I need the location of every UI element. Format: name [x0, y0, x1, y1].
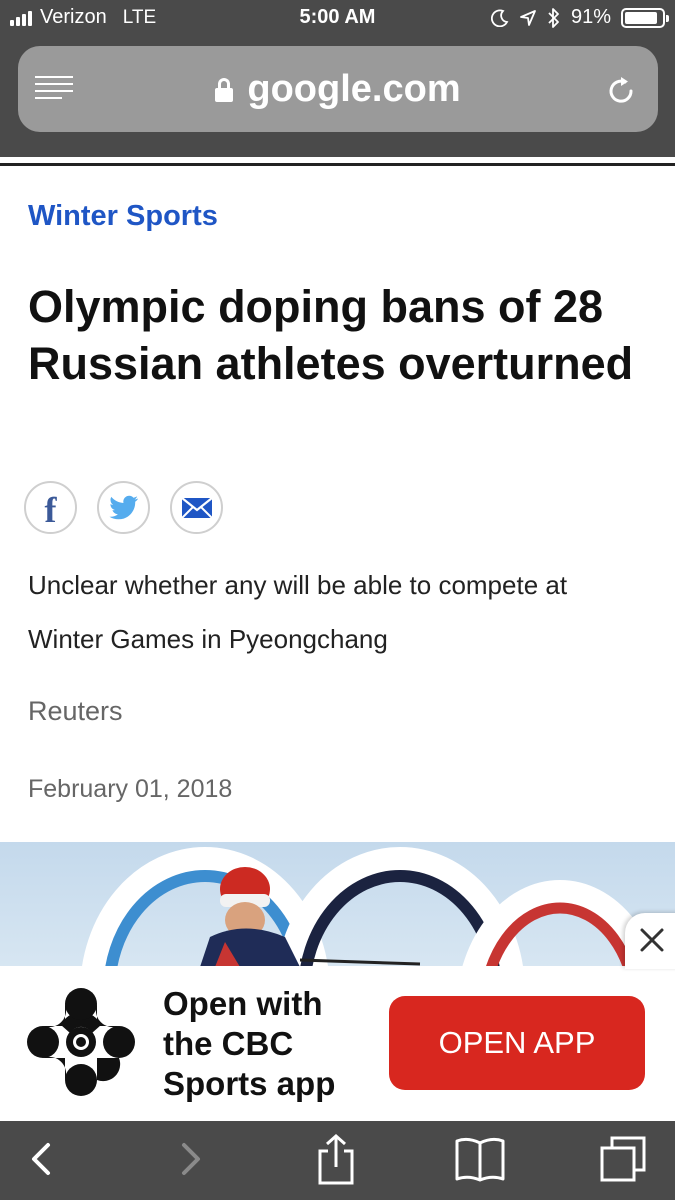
moon-icon — [490, 9, 509, 27]
url-text[interactable]: google.com — [247, 68, 460, 111]
status-bar: Verizon LTE 5:00 AM 91% — [0, 0, 675, 38]
open-app-button[interactable]: OPEN APP — [389, 996, 645, 1090]
chrome-divider — [0, 157, 675, 166]
article-summary: Unclear whether any will be able to comp… — [28, 570, 568, 654]
olympic-rings-photo — [81, 847, 658, 967]
browser-top-chrome: Verizon LTE 5:00 AM 91% google.com — [0, 0, 675, 157]
email-share-button[interactable] — [170, 481, 223, 534]
chevron-left-icon[interactable] — [26, 1139, 56, 1179]
article-headline: Olympic doping bans of 28 Russian athlet… — [28, 281, 634, 389]
tabs-icon[interactable] — [598, 1134, 648, 1184]
battery-icon — [621, 7, 669, 28]
chevron-right-icon[interactable] — [176, 1139, 206, 1179]
facebook-share-button[interactable]: f — [24, 481, 77, 534]
article-source: Reuters — [28, 696, 123, 726]
share-buttons: f — [24, 481, 223, 534]
envelope-icon — [180, 496, 213, 519]
battery-tip — [666, 14, 669, 22]
url-bar[interactable]: google.com — [18, 46, 658, 132]
facebook-icon: f — [44, 489, 57, 530]
close-icon — [640, 928, 664, 952]
battery-percent: 91% — [570, 6, 611, 28]
url-display[interactable]: google.com — [18, 68, 658, 111]
category-link[interactable]: Winter Sports — [28, 200, 218, 233]
lock-icon — [215, 77, 234, 102]
article-hero-image — [0, 842, 675, 967]
twitter-share-button[interactable] — [97, 481, 150, 534]
cbc-gem-logo — [27, 988, 135, 1096]
book-icon[interactable] — [453, 1135, 507, 1183]
share-icon[interactable] — [314, 1133, 358, 1185]
battery-fill — [625, 11, 658, 24]
article-date: February 01, 2018 — [28, 775, 233, 803]
banner-close-button[interactable] — [625, 913, 675, 969]
location-arrow-icon — [520, 9, 536, 26]
safari-page: Verizon LTE 5:00 AM 91% google.com Winte… — [0, 0, 675, 1200]
app-banner-text: Open with the CBC Sports app — [163, 985, 336, 1102]
reload-icon[interactable] — [604, 74, 638, 108]
twitter-bird-icon — [109, 495, 138, 519]
safari-toolbar — [0, 1121, 675, 1200]
bluetooth-icon — [548, 7, 559, 28]
status-right: 91% — [490, 6, 669, 29]
